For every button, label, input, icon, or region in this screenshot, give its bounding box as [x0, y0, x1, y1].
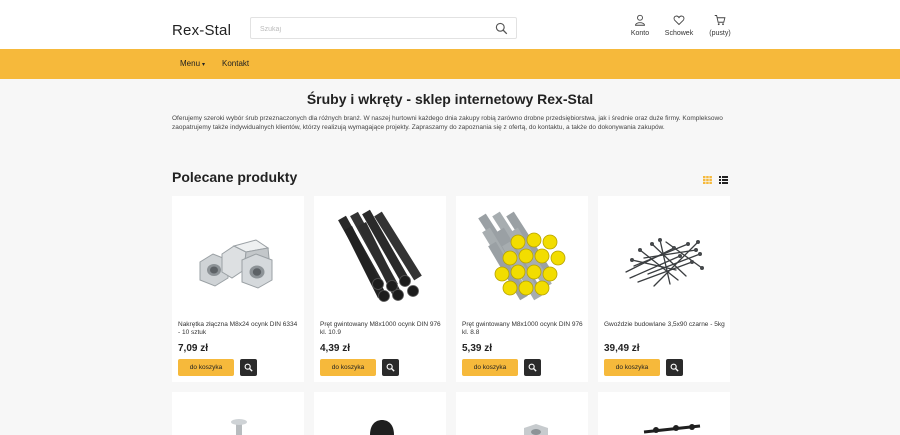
intro-text: Oferujemy szeroki wybór śrub przeznaczon… [172, 115, 723, 131]
cart-link[interactable]: (pusty) [700, 14, 740, 37]
product-name[interactable]: Pręt gwintowany M8x1000 ocynk DIN 976 kl… [320, 321, 442, 337]
grid-view-icon[interactable] [703, 176, 712, 184]
product-price: 5,39 zł [462, 343, 493, 354]
site-logo[interactable]: Rex-Stal [172, 22, 231, 39]
product-card-partial[interactable] [456, 392, 588, 435]
add-to-cart-button[interactable]: do koszyka [178, 359, 234, 376]
main-nav: Menu ▾ Kontakt [0, 49, 900, 79]
product-name[interactable]: Pręt gwintowany M8x1000 ocynk DIN 976 kl… [462, 321, 584, 337]
heart-icon [673, 15, 685, 26]
add-to-cart-button[interactable]: do koszyka [462, 359, 518, 376]
product-card-partial[interactable] [598, 392, 730, 435]
cart-icon [714, 15, 726, 26]
product-price: 4,39 zł [320, 343, 351, 354]
product-name[interactable]: Nakrętka złączna M8x24 ocynk DIN 6334 - … [178, 321, 300, 337]
product-image-nails[interactable] [604, 200, 724, 308]
account-link[interactable]: Konto [620, 14, 660, 37]
product-price: 39,49 zł [604, 343, 640, 354]
product-card-partial[interactable] [172, 392, 304, 435]
product-image-partial [231, 419, 247, 435]
account-label: Konto [630, 30, 650, 37]
top-header: Rex-Stal Konto Schowek (pusty) [0, 0, 900, 49]
list-view-icon[interactable] [719, 176, 728, 184]
quick-view-button[interactable] [382, 359, 399, 376]
page-title: Śruby i wkręty - sklep internetowy Rex-S… [306, 91, 594, 107]
user-icon [635, 14, 645, 26]
cart-label: (pusty) [709, 30, 731, 37]
product-image-threaded-rods-black[interactable] [320, 200, 440, 308]
quick-view-button[interactable] [524, 359, 541, 376]
nav-menu-label: Menu [180, 59, 201, 68]
featured-title: Polecane produkty [172, 169, 298, 185]
nav-menu[interactable]: Menu ▾ [180, 59, 205, 68]
add-to-cart-button[interactable]: do koszyka [320, 359, 376, 376]
product-name[interactable]: Gwoździe budowlane 3,5x90 czarne - 5kg [604, 321, 726, 329]
product-image-coupling-nut[interactable] [178, 200, 298, 308]
product-image-partial [524, 424, 548, 435]
search-input[interactable] [251, 19, 481, 40]
search-icon [670, 363, 679, 372]
search-icon [528, 363, 537, 372]
product-image-partial [643, 424, 701, 434]
quick-view-button[interactable] [666, 359, 683, 376]
product-card[interactable]: Nakrętka złączna M8x24 ocynk DIN 6334 - … [172, 196, 304, 382]
search-icon [386, 363, 395, 372]
product-card[interactable]: Pręt gwintowany M8x1000 ocynk DIN 976 kl… [314, 196, 446, 382]
quick-view-button[interactable] [240, 359, 257, 376]
product-image-partial [370, 420, 394, 435]
wishlist-link[interactable]: Schowek [659, 14, 699, 37]
add-to-cart-button[interactable]: do koszyka [604, 359, 660, 376]
product-card-partial[interactable] [314, 392, 446, 435]
product-price: 7,09 zł [178, 343, 209, 354]
search-icon[interactable] [495, 22, 508, 35]
product-card[interactable]: Gwoździe budowlane 3,5x90 czarne - 5kg 3… [598, 196, 730, 382]
wishlist-label: Schowek [664, 30, 694, 37]
nav-contact[interactable]: Kontakt [222, 59, 249, 68]
chevron-down-icon: ▾ [202, 62, 206, 68]
product-card[interactable]: Pręt gwintowany M8x1000 ocynk DIN 976 kl… [456, 196, 588, 382]
search-icon [244, 363, 253, 372]
product-image-threaded-rods-yellow[interactable] [462, 200, 582, 308]
search-box [250, 17, 517, 40]
